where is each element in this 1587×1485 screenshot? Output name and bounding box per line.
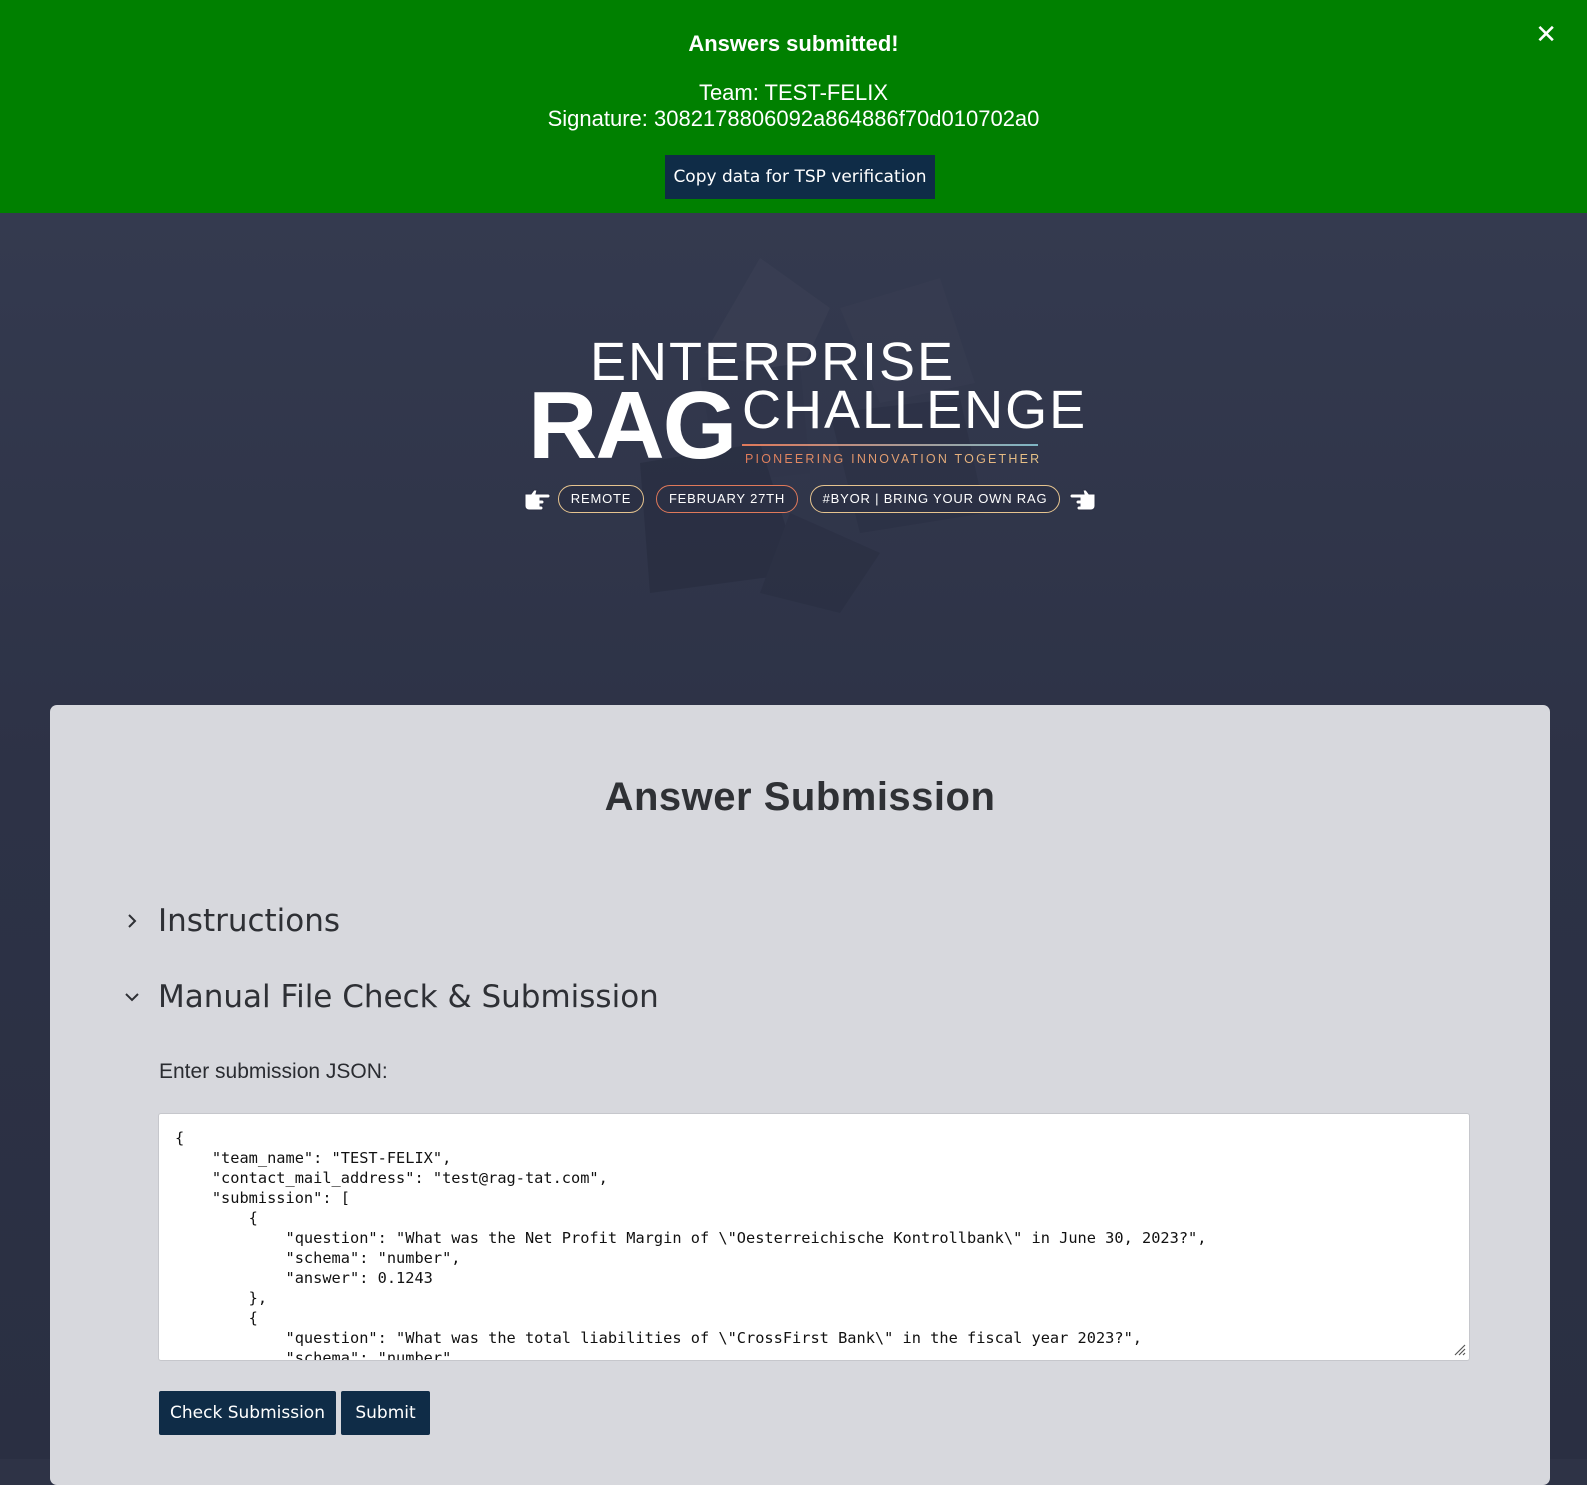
submit-button[interactable]: Submit <box>341 1391 430 1435</box>
section-instructions-label: Instructions <box>158 903 341 939</box>
hand-pointing-left-icon <box>1069 489 1096 511</box>
section-manual-check[interactable]: Manual File Check & Submission <box>122 975 659 1019</box>
page-title: Answer Submission <box>604 775 996 819</box>
success-banner: Answers submitted! Team: TEST-FELIX Sign… <box>0 0 1587 213</box>
logo-tagline: PIONEERING INNOVATION TOGETHER <box>745 452 1042 466</box>
logo-divider <box>742 444 1038 446</box>
resize-grip-icon[interactable] <box>1452 1342 1466 1356</box>
signature-line: Signature: 3082178806092a864886f70d01070… <box>547 106 1040 131</box>
pill-remote: REMOTE <box>558 485 644 513</box>
event-pills: REMOTE FEBRUARY 27TH #BYOR | BRING YOUR … <box>520 485 1100 517</box>
hand-pointing-right-icon <box>524 489 551 511</box>
banner-title: Answers submitted! <box>688 31 899 56</box>
submission-card: Answer Submission Instructions Manual Fi… <box>50 705 1550 1485</box>
logo-challenge-text: CHALLENGE <box>742 380 1088 440</box>
chevron-right-icon <box>128 914 137 928</box>
logo-rag-text: RAG <box>528 372 737 479</box>
chevron-down-icon <box>125 993 139 1002</box>
section-manual-check-label: Manual File Check & Submission <box>158 979 659 1015</box>
close-icon[interactable]: ✕ <box>1535 22 1557 48</box>
json-input-label: Enter submission JSON: <box>159 1060 388 1083</box>
copy-tsp-data-button[interactable]: Copy data for TSP verification <box>665 155 935 199</box>
submission-json-textarea[interactable]: { "team_name": "TEST-FELIX", "contact_ma… <box>158 1113 1470 1361</box>
team-line: Team: TEST-FELIX <box>698 80 889 105</box>
pill-date: FEBRUARY 27TH <box>656 485 798 513</box>
check-submission-button[interactable]: Check Submission <box>159 1391 336 1435</box>
pill-byor: #BYOR | BRING YOUR OWN RAG <box>810 485 1060 513</box>
section-instructions[interactable]: Instructions <box>122 899 340 943</box>
